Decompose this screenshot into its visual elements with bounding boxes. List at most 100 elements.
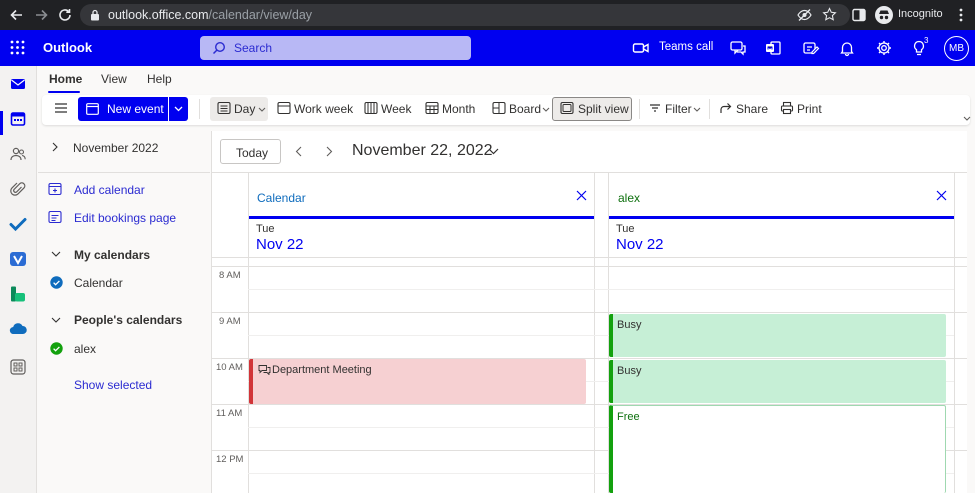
filter-icon (648, 101, 662, 115)
day-date[interactable]: Nov 22 (256, 236, 304, 253)
more-apps-icon[interactable] (9, 358, 27, 376)
tab-home[interactable]: Home (49, 72, 82, 86)
event-title: Department Meeting (272, 364, 372, 376)
month-button[interactable]: Month (442, 102, 475, 116)
back-icon[interactable] (8, 6, 26, 24)
chevron-down-icon[interactable] (51, 317, 61, 323)
date-title[interactable]: November 22, 2022 (352, 142, 493, 160)
tab-help[interactable]: Help (147, 72, 172, 86)
people-icon[interactable] (9, 145, 27, 163)
split-view-label: Split view (578, 102, 629, 116)
mail-icon[interactable] (9, 75, 27, 93)
avatar[interactable]: MB (944, 36, 969, 61)
split-view-icon (560, 101, 574, 115)
app-launcher-icon[interactable] (10, 40, 25, 55)
filter-button[interactable]: Filter (665, 102, 692, 116)
edit-note-icon[interactable] (802, 39, 820, 57)
hour-line (212, 312, 975, 313)
tab-view[interactable]: View (101, 72, 127, 86)
week-button[interactable]: Week (381, 102, 411, 116)
chevron-down-icon[interactable] (693, 107, 701, 112)
bell-icon[interactable] (838, 39, 856, 57)
peoples-calendars-heading[interactable]: People's calendars (74, 313, 182, 327)
search-placeholder: Search (234, 41, 273, 55)
checked-circle-icon[interactable] (50, 342, 63, 355)
forward-icon[interactable] (32, 6, 50, 24)
free-event[interactable]: Free (609, 405, 946, 493)
ribbon-collapse-icon[interactable] (963, 116, 971, 121)
work-week-button[interactable]: Work week (294, 102, 353, 116)
close-icon[interactable] (936, 190, 947, 201)
chevron-down-icon[interactable] (488, 148, 499, 155)
time-label: 10 AM (216, 362, 243, 373)
video-call-icon[interactable] (632, 39, 650, 57)
checked-circle-icon[interactable] (50, 276, 63, 289)
reload-icon[interactable] (56, 6, 74, 24)
day-view-icon (217, 101, 231, 115)
chevron-down-icon[interactable] (258, 107, 266, 112)
scrollbar[interactable] (967, 131, 975, 493)
my-calendars-heading[interactable]: My calendars (74, 248, 150, 262)
share-button[interactable]: Share (736, 102, 768, 116)
sidepanel-icon[interactable] (852, 8, 866, 22)
active-tab-indicator (48, 91, 80, 93)
address-bar[interactable]: outlook.office.com/calendar/view/day (80, 4, 850, 26)
chat-icon[interactable] (729, 39, 747, 57)
bookings-icon[interactable] (9, 285, 27, 303)
time-label: 12 PM (216, 454, 244, 465)
busy-event[interactable]: Busy (609, 314, 946, 357)
browser-menu-icon[interactable] (958, 8, 964, 22)
busy-event[interactable]: Busy (609, 360, 946, 403)
viva-icon[interactable] (9, 250, 27, 268)
todo-icon[interactable] (9, 215, 27, 233)
day-of-week: Tue (256, 223, 275, 235)
day-date[interactable]: Nov 22 (616, 236, 664, 253)
mini-month-label[interactable]: November 2022 (73, 141, 158, 155)
department-meeting-event[interactable]: Department Meeting (249, 359, 586, 404)
url-host: outlook.office.com (108, 8, 209, 22)
new-event-dropdown[interactable] (169, 97, 188, 121)
board-button[interactable]: Board (509, 102, 541, 116)
edit-bookings-icon (48, 210, 62, 224)
rail-active-indicator (0, 111, 3, 135)
grid-line (212, 257, 975, 258)
new-event-button[interactable]: New event (78, 97, 168, 121)
calendar-list-item[interactable]: Calendar (74, 276, 123, 290)
print-button[interactable]: Print (797, 102, 822, 116)
show-selected-link[interactable]: Show selected (74, 378, 152, 392)
calendar-column-name[interactable]: Calendar (257, 191, 306, 205)
teams-call-button[interactable]: Teams call (659, 41, 713, 53)
browser-toolbar: outlook.office.com/calendar/view/day Inc… (0, 0, 975, 30)
search-box[interactable]: Search (200, 36, 471, 60)
calendar-icon[interactable] (9, 110, 27, 128)
app-title[interactable]: Outlook (43, 40, 92, 55)
office-icon[interactable] (764, 39, 782, 57)
star-icon[interactable] (822, 7, 837, 22)
close-icon[interactable] (576, 190, 587, 201)
meeting-chat-icon (258, 364, 271, 375)
share-icon (719, 101, 733, 115)
alex-color-bar (608, 216, 954, 219)
paperclip-icon[interactable] (9, 180, 27, 198)
chevron-down-icon (174, 106, 183, 112)
chevron-left-icon[interactable] (295, 146, 302, 157)
column-divider (248, 173, 249, 493)
time-label: 9 AM (219, 316, 241, 327)
work-week-icon (277, 101, 291, 115)
onedrive-icon[interactable] (9, 320, 27, 338)
gear-icon[interactable] (875, 39, 893, 57)
chevron-down-icon[interactable] (51, 251, 61, 257)
incognito-icon[interactable] (875, 6, 893, 24)
chevron-down-icon[interactable] (542, 107, 550, 112)
alex-calendar-list-item[interactable]: alex (74, 342, 96, 356)
chevron-right-icon[interactable] (326, 146, 333, 157)
alex-column-name[interactable]: alex (618, 191, 640, 205)
eye-off-icon[interactable] (797, 8, 812, 22)
edit-bookings-link[interactable]: Edit bookings page (74, 211, 176, 225)
app-header: Outlook Search Teams call 3 MB (0, 30, 975, 66)
hamburger-icon[interactable] (54, 102, 68, 114)
today-button[interactable]: Today (220, 139, 281, 164)
add-calendar-link[interactable]: Add calendar (74, 183, 145, 197)
new-event-label: New event (107, 102, 164, 116)
chevron-right-icon[interactable] (52, 142, 58, 152)
